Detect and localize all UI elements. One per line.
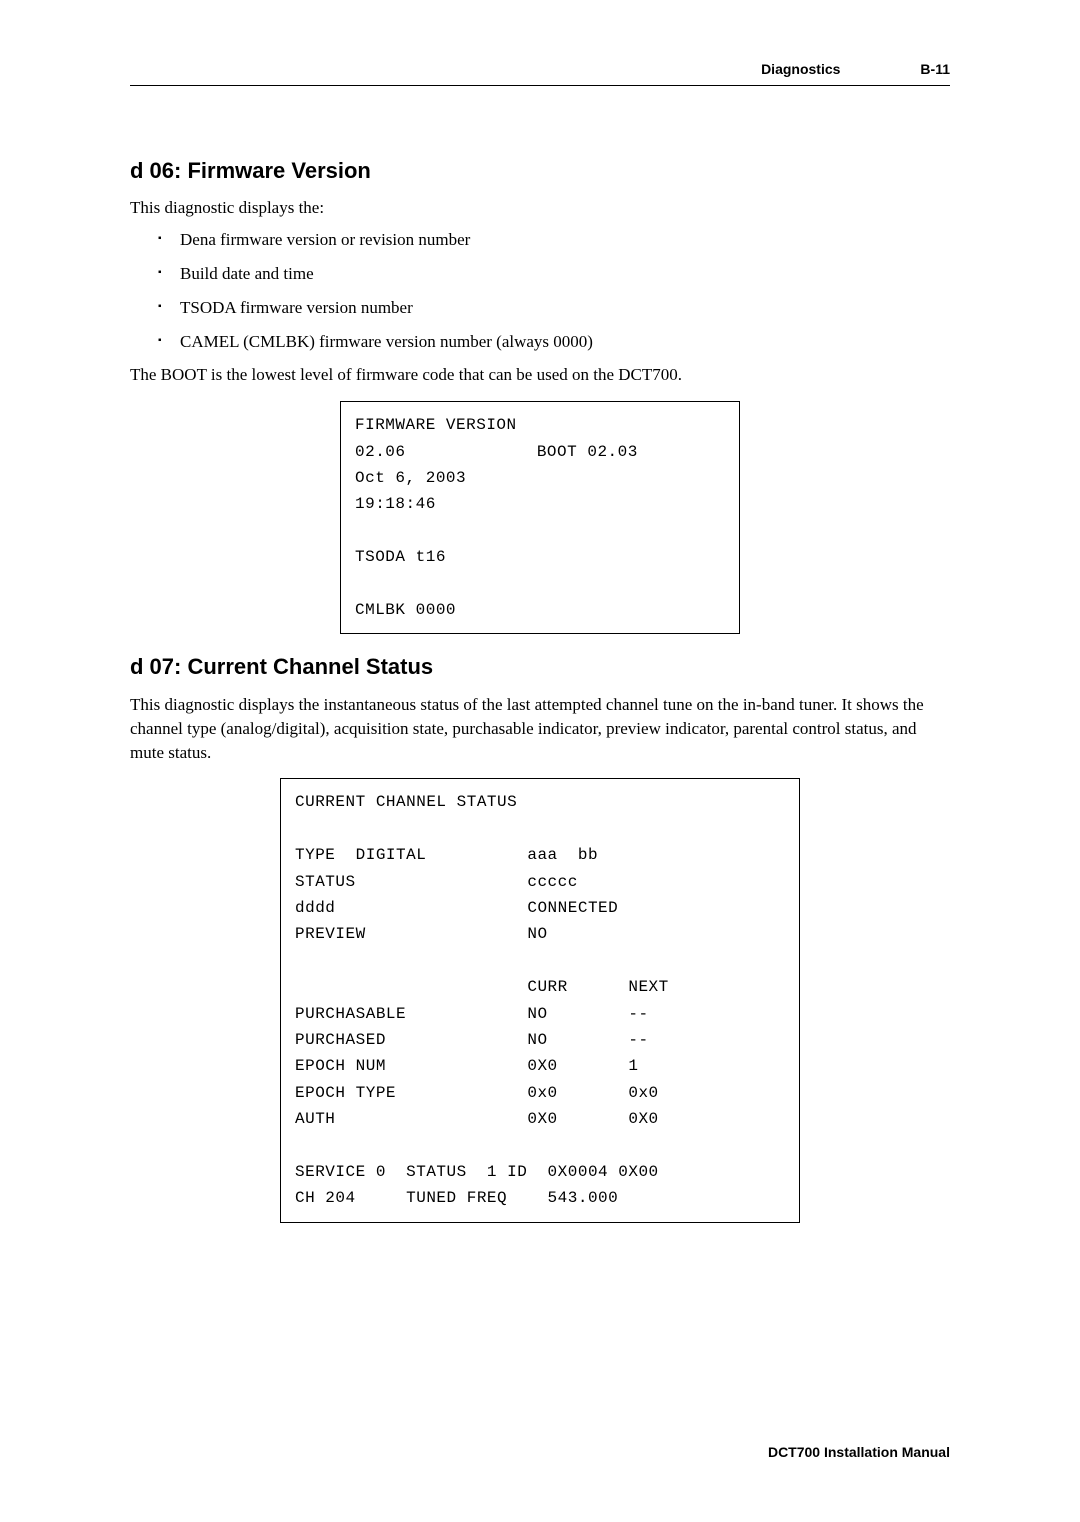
list-item: Dena firmware version or revision number [158, 228, 950, 252]
page-header: Diagnostics B-11 [130, 60, 950, 85]
firmware-screen-box: FIRMWARE VERSION 02.06 BOOT 02.03 Oct 6,… [340, 401, 740, 634]
firmware-outro: The BOOT is the lowest level of firmware… [130, 363, 950, 387]
list-item: TSODA firmware version number [158, 296, 950, 320]
header-title: Diagnostics [761, 60, 840, 80]
channel-screen-box: CURRENT CHANNEL STATUS TYPE DIGITAL aaa … [280, 778, 800, 1222]
firmware-bullet-list: Dena firmware version or revision number… [130, 228, 950, 353]
header-rule [130, 85, 950, 86]
channel-intro: This diagnostic displays the instantaneo… [130, 693, 950, 764]
header-page-number: B-11 [920, 60, 950, 80]
page-footer: DCT700 Installation Manual [130, 1443, 950, 1463]
list-item: CAMEL (CMLBK) firmware version number (a… [158, 330, 950, 354]
firmware-intro: This diagnostic displays the: [130, 196, 950, 220]
section-heading-firmware: d 06: Firmware Version [130, 156, 950, 187]
section-heading-channel: d 07: Current Channel Status [130, 652, 950, 683]
list-item: Build date and time [158, 262, 950, 286]
